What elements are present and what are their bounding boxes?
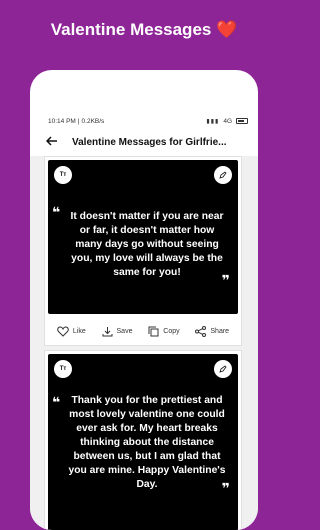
open-quote-icon: ❝	[52, 204, 61, 220]
signal-icon: ▮▮▮	[206, 118, 220, 125]
share-icon	[195, 325, 207, 337]
message-list[interactable]: Tт ❝ It doesn't matter if you are near o…	[30, 156, 258, 530]
promo-title: Valentine Messages ❤️	[0, 20, 288, 40]
message-text[interactable]: Thank you for the prettiest and most lov…	[66, 394, 228, 492]
promo-title-text: Valentine Messages	[50, 20, 212, 39]
back-arrow-icon[interactable]	[45, 135, 64, 149]
like-button[interactable]: Like	[57, 325, 86, 337]
heart-icon: ❤️	[216, 20, 238, 39]
copy-button[interactable]: Copy	[148, 326, 180, 337]
save-button[interactable]: Save	[102, 326, 133, 337]
status-bar: 10:14 PM | 0.2KB/s ▮▮▮ 4G	[30, 112, 258, 130]
like-label: Like	[72, 327, 86, 335]
message-card: Tт ❝ Thank you for the prettiest and mos…	[44, 350, 242, 530]
phone-frame: 10:14 PM | 0.2KB/s ▮▮▮ 4G Valentine Mess…	[30, 70, 258, 530]
download-icon	[102, 326, 113, 336]
close-quote-icon: ❞	[221, 272, 230, 288]
card-actions: Like Save Copy Share	[45, 317, 241, 345]
share-button[interactable]: Share	[195, 325, 230, 337]
pencil-icon	[219, 171, 227, 179]
text-style-button[interactable]: Tт	[54, 166, 72, 184]
edit-button[interactable]	[214, 166, 232, 184]
heart-outline-icon	[57, 325, 69, 337]
open-quote-icon: ❝	[52, 394, 61, 410]
status-time: 10:14 PM	[48, 117, 76, 125]
text-style-button[interactable]: Tт	[54, 360, 72, 378]
message-text[interactable]: It doesn't matter if you are near or far…	[66, 210, 228, 280]
copy-icon	[148, 326, 159, 336]
status-speed: 0.2KB/s	[81, 117, 105, 125]
network-label: 4G	[223, 117, 232, 125]
message-card-body: Tт ❝ Thank you for the prettiest and mos…	[48, 354, 238, 530]
save-label: Save	[116, 327, 133, 335]
message-card-body: Tт ❝ It doesn't matter if you are near o…	[48, 160, 238, 314]
text-style-icon: Tт	[59, 366, 67, 372]
copy-label: Copy	[163, 327, 180, 335]
close-quote-icon: ❞	[221, 480, 230, 496]
battery-icon	[236, 118, 248, 124]
edit-button[interactable]	[214, 360, 232, 378]
message-card: Tт ❝ It doesn't matter if you are near o…	[44, 156, 242, 346]
text-style-icon: Tт	[59, 172, 67, 178]
page-title: Valentine Messages for Girlfrie...	[72, 136, 227, 148]
app-bar: Valentine Messages for Girlfrie...	[30, 132, 258, 152]
share-label: Share	[210, 327, 230, 335]
pencil-icon	[219, 365, 227, 373]
